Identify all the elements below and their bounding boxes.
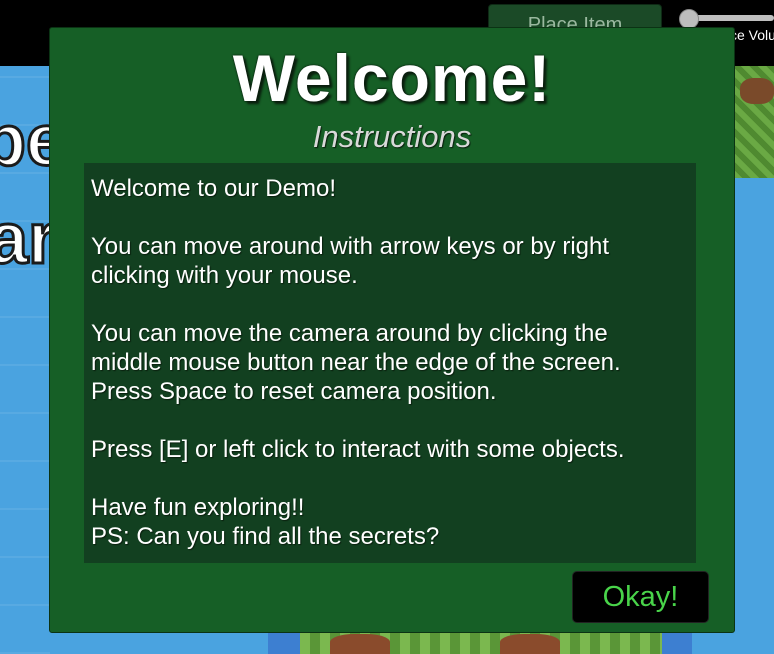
instruction-line: Press [E] or left click to interact with…: [91, 436, 625, 463]
dialog-title: Welcome!: [232, 41, 552, 115]
volume-slider-label: ce Volu: [730, 27, 774, 43]
instruction-line: PS: Can you find all the secrets?: [91, 523, 440, 550]
volume-slider-track[interactable]: [688, 15, 774, 21]
instruction-line: clicking with your mouse.: [91, 262, 358, 289]
instruction-line: You can move the camera around by clicki…: [91, 320, 608, 347]
instruction-line: Press Space to reset camera position.: [91, 378, 497, 405]
welcome-dialog: Welcome! Instructions Welcome to our Dem…: [49, 27, 735, 633]
water-tile: [662, 632, 692, 654]
dialog-subtitle: Instructions: [312, 119, 472, 154]
background-title-line2: ar: [0, 198, 58, 281]
water-tile: [268, 632, 300, 654]
tree-sprite: [500, 634, 560, 654]
okay-button[interactable]: Okay!: [572, 571, 709, 623]
instruction-line: Welcome to our Demo!: [91, 175, 336, 202]
instruction-line: You can move around with arrow keys or b…: [91, 233, 610, 260]
tree-sprite: [330, 634, 390, 654]
tree-sprite: [740, 78, 774, 104]
instructions-panel: Welcome to our Demo! You can move around…: [84, 163, 696, 563]
instruction-line: middle mouse button near the edge of the…: [91, 349, 621, 376]
instruction-line: Have fun exploring!!: [91, 494, 305, 521]
volume-slider-knob[interactable]: [679, 9, 699, 29]
